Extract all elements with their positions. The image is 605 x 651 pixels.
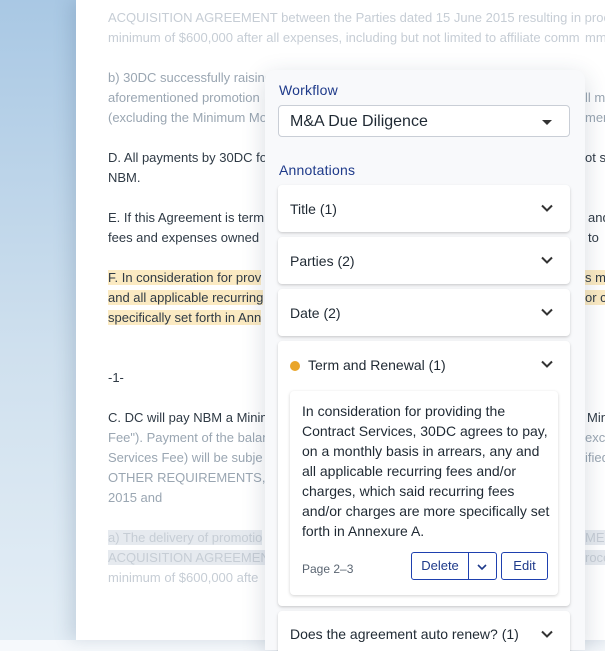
doc-fragment: mm: [585, 30, 605, 45]
delete-button[interactable]: Delete: [412, 553, 468, 579]
doc-fragment: Min: [587, 410, 605, 425]
doc-line: minimum of $600,000 after all expenses, …: [108, 30, 580, 45]
page-reference: Page 2–3: [302, 562, 354, 576]
card-title: Date (2): [290, 305, 341, 321]
chevron-down-icon[interactable]: [540, 357, 554, 371]
chevron-down-icon[interactable]: [476, 561, 488, 573]
annotation-card-date[interactable]: Date (2): [278, 289, 570, 336]
doc-line: ACQUISITION AGREEMENT between the Partie…: [108, 10, 605, 25]
doc-fragment: ified: [585, 450, 605, 465]
doc-fragment: ot sh: [585, 150, 605, 165]
doc-fragment: ment: [585, 110, 605, 125]
annotation-card-parties[interactable]: Parties (2): [278, 237, 570, 284]
status-dot: [290, 361, 300, 371]
delete-button-group: Delete: [411, 552, 497, 580]
excerpt-text: In consideration for providing the Contr…: [302, 403, 550, 539]
doc-fragment: roce: [585, 548, 605, 568]
annotation-card-title[interactable]: Title (1): [278, 185, 570, 232]
edit-button[interactable]: Edit: [501, 552, 548, 580]
doc-fragment: or ch: [585, 288, 605, 308]
annotation-card-auto-renew[interactable]: Does the agreement auto renew? (1): [278, 611, 570, 651]
workflow-select-value: M&A Due Diligence: [290, 113, 428, 130]
chevron-down-icon[interactable]: [540, 201, 554, 215]
doc-fragment: exclu: [585, 430, 605, 445]
doc-fragment: and: [588, 210, 605, 225]
card-title: Title (1): [290, 201, 337, 217]
chevron-down-icon[interactable]: [540, 305, 554, 319]
card-title: Term and Renewal (1): [308, 357, 446, 373]
doc-fragment: ll m: [585, 90, 605, 105]
doc-fragment: s mo: [585, 268, 605, 288]
workflow-select[interactable]: M&A Due Diligence: [278, 105, 570, 137]
annotations-label: Annotations: [279, 162, 356, 178]
card-title: Parties (2): [290, 253, 355, 269]
caret-down-icon: [542, 120, 552, 125]
doc-fragment: to: [588, 230, 599, 245]
divider: [468, 553, 469, 579]
annotations-panel: Workflow M&A Due Diligence Annotations T…: [265, 70, 585, 651]
chevron-down-icon[interactable]: [540, 627, 554, 641]
annotation-card-term-renewal[interactable]: Term and Renewal (1) In consideration fo…: [278, 341, 570, 606]
doc-fragment: MEN: [585, 528, 605, 548]
chevron-down-icon[interactable]: [540, 253, 554, 267]
annotation-excerpt[interactable]: In consideration for providing the Contr…: [290, 391, 558, 595]
workflow-label: Workflow: [279, 82, 338, 98]
